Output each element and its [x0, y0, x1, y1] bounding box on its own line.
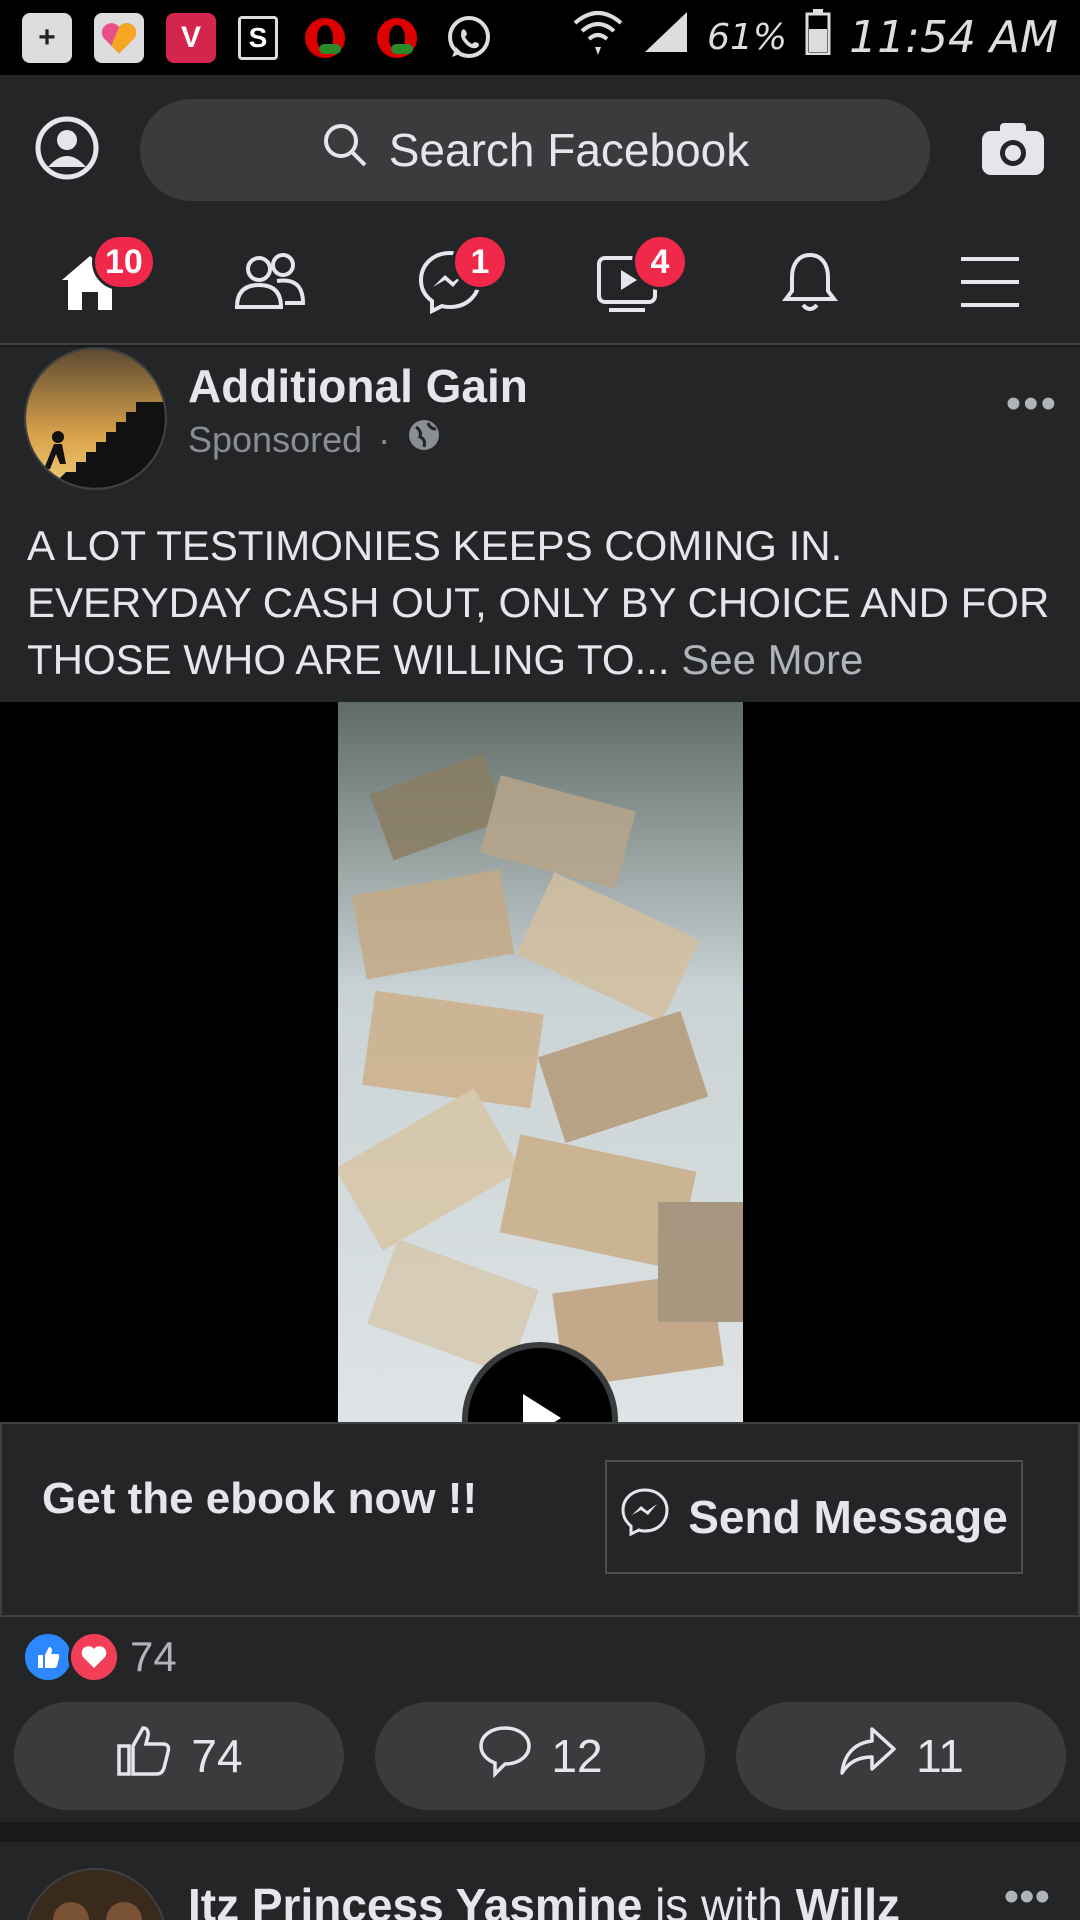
system-status: 61% 11:54 AM	[571, 7, 1058, 68]
search-placeholder: Search Facebook	[388, 124, 750, 176]
comment-count: 12	[551, 1730, 603, 1782]
home-badge: 10	[92, 234, 156, 290]
comment-button[interactable]: 12	[375, 1702, 705, 1810]
call-to-action-bar: Get the ebook now !! Send Message	[0, 1422, 1080, 1617]
post-actions: 74 12 11	[14, 1702, 1066, 1810]
opera-mini-icon	[372, 13, 422, 63]
wifi-icon	[571, 7, 625, 68]
bell-icon	[780, 249, 840, 320]
sponsored-text: Sponsored	[188, 418, 363, 460]
post-options-icon[interactable]: •••	[1006, 379, 1058, 429]
feed-post-next: Itz Princess Yasmine is with Willz •••	[0, 1842, 1080, 1920]
separator-dot: ·	[378, 418, 391, 460]
like-count: 74	[191, 1730, 243, 1782]
messenger-badge: 1	[452, 234, 508, 290]
post-header: Additional Gain Sponsored · •••	[24, 347, 1064, 492]
send-message-button[interactable]: Send Message	[605, 1460, 1023, 1574]
notification-icons: + V S	[22, 12, 494, 63]
signal-icon	[643, 10, 689, 65]
share-button[interactable]: 11	[736, 1702, 1066, 1810]
opera-mini-icon	[300, 13, 350, 63]
s-app-icon: S	[238, 15, 278, 60]
watch-badge: 4	[632, 234, 688, 290]
see-more-link[interactable]: See More	[681, 636, 863, 683]
camera-icon[interactable]	[980, 119, 1046, 182]
tab-friends[interactable]	[210, 234, 330, 334]
tab-menu[interactable]	[930, 234, 1050, 334]
video-thumbnail	[338, 702, 743, 1422]
comment-icon	[477, 1724, 533, 1789]
clock: 11:54 AM	[849, 12, 1058, 63]
post-options-icon[interactable]: •••	[1004, 1872, 1050, 1920]
messenger-icon	[620, 1487, 670, 1548]
status-bar: + V S 61% 11:54 AM	[0, 0, 1080, 75]
menu-icon	[959, 255, 1021, 314]
play-icon	[513, 1388, 567, 1422]
author-avatar[interactable]	[24, 1868, 167, 1920]
plus-app-icon: +	[22, 12, 72, 63]
reaction-count: 74	[130, 1633, 177, 1680]
battery-percent: 61%	[707, 17, 788, 58]
send-message-label: Send Message	[688, 1491, 1008, 1543]
tagged-name[interactable]: Willz	[796, 1879, 900, 1920]
search-icon	[321, 121, 369, 180]
tab-watch[interactable]: 4	[570, 234, 690, 334]
tab-home[interactable]: 10	[30, 234, 156, 334]
like-icon	[115, 1724, 173, 1789]
next-post-title: Itz Princess Yasmine is with Willz	[188, 1878, 900, 1920]
reaction-summary[interactable]: 74	[22, 1627, 177, 1687]
whatsapp-icon	[444, 13, 494, 63]
search-bar[interactable]: Search Facebook	[140, 99, 930, 201]
next-author-name[interactable]: Itz Princess Yasmine	[188, 1879, 642, 1920]
main-nav: 10 1 4	[0, 225, 1080, 345]
post-body: A LOT TESTIMONIES KEEPS COMING IN. EVERY…	[27, 522, 1050, 683]
top-bar: Search Facebook	[0, 75, 1080, 225]
share-icon	[838, 1725, 898, 1788]
author-avatar[interactable]	[24, 347, 167, 490]
like-button[interactable]: 74	[14, 1702, 344, 1810]
feed-post: Additional Gain Sponsored · ••• A LOT TE…	[0, 347, 1080, 1822]
author-name[interactable]: Additional Gain	[188, 359, 528, 413]
share-count: 11	[916, 1730, 964, 1782]
love-reaction-icon	[68, 1631, 120, 1683]
cta-title: Get the ebook now !!	[42, 1474, 478, 1523]
battery-icon	[805, 9, 831, 66]
tab-notifications[interactable]	[750, 234, 870, 334]
post-text: A LOT TESTIMONIES KEEPS COMING IN. EVERY…	[27, 517, 1057, 688]
globe-icon	[406, 417, 442, 462]
heart-app-icon	[94, 12, 144, 63]
friends-icon	[233, 251, 307, 318]
with-text: is with	[642, 1879, 796, 1920]
post-video[interactable]	[0, 702, 1080, 1422]
profile-icon[interactable]	[34, 115, 100, 186]
sponsored-label: Sponsored ·	[188, 417, 442, 462]
v-app-icon: V	[166, 12, 216, 63]
tab-messenger[interactable]: 1	[390, 234, 510, 334]
like-reaction-icon	[22, 1631, 74, 1683]
